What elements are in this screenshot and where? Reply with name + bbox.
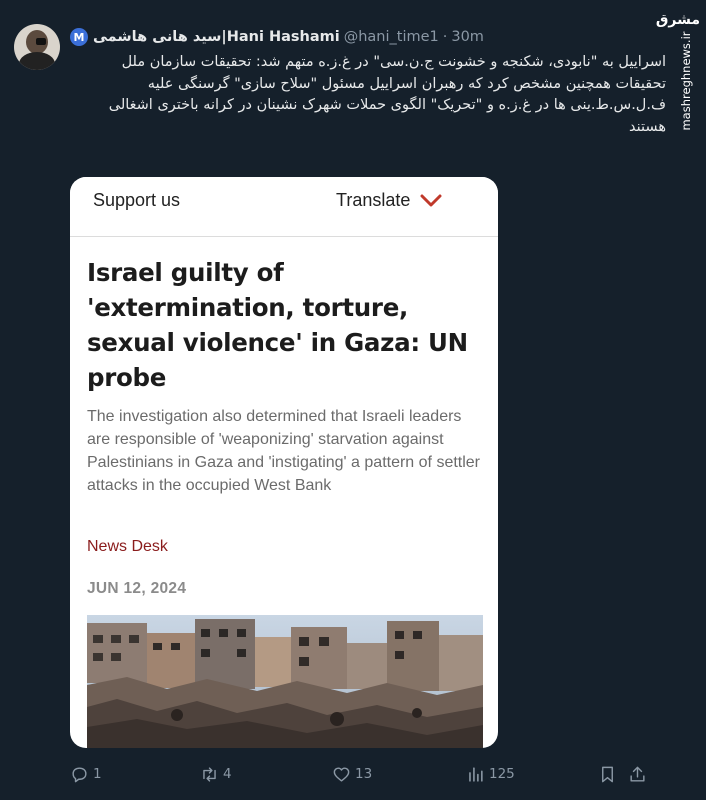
avatar-body	[19, 52, 55, 70]
tweet-header: M سید هانی هاشمی|Hani Hashami @hani_time…	[70, 27, 484, 47]
repost-icon	[203, 766, 216, 782]
tweet-actions: 1 4 13 125	[0, 762, 706, 786]
tweet-text: اسراییل به "نابودی، شکنجه و خشونت ج.ن.سی…	[68, 52, 666, 138]
article-author[interactable]: News Desk	[87, 538, 168, 556]
share-button[interactable]	[628, 762, 651, 786]
article-headline: Israel guilty of 'extermination, torture…	[87, 258, 468, 392]
translate-button[interactable]: Translate	[336, 190, 410, 211]
bookmark-icon	[602, 766, 613, 782]
like-count: 13	[355, 766, 373, 782]
tweet[interactable]: M سید هانی هاشمی|Hani Hashami @hani_time…	[0, 0, 706, 800]
watermark-site: mashreghnews.ir	[679, 31, 693, 131]
reply-button[interactable]: 1	[70, 762, 102, 786]
tweet-time[interactable]: 30m	[451, 29, 484, 45]
media-card[interactable]: Support us Translate Israel guilty of 'e…	[70, 177, 498, 748]
card-topbar: Support us Translate	[70, 177, 498, 237]
watermark-logo: مشرق	[655, 12, 700, 28]
user-handle[interactable]: @hani_time1	[344, 29, 439, 45]
chevron-down-icon[interactable]	[420, 194, 442, 208]
reply-icon	[72, 766, 87, 782]
views-count: 125	[489, 766, 515, 782]
views-icon	[469, 766, 483, 782]
tweet-text-line: تحقیقات همچنین مشخص کرد که رهبران اسرایی…	[108, 75, 666, 135]
verified-badge-icon: M	[70, 28, 88, 46]
repost-count: 4	[223, 766, 232, 782]
repost-button[interactable]: 4	[200, 762, 232, 786]
article-summary: The investigation also determined that I…	[87, 408, 481, 494]
bookmark-button[interactable]	[598, 762, 621, 786]
heart-icon	[333, 766, 350, 782]
like-button[interactable]: 13	[332, 762, 372, 786]
article-photo	[87, 615, 483, 748]
separator-dot: ·	[442, 29, 448, 45]
share-icon	[630, 766, 645, 782]
tweet-text-line: اسراییل به "نابودی، شکنجه و خشونت ج.ن.سی…	[121, 54, 666, 70]
avatar[interactable]	[14, 24, 60, 70]
support-us-link[interactable]: Support us	[93, 190, 180, 211]
watermark: مشرق mashreghnews.ir	[655, 10, 700, 131]
destroyed-buildings-image	[87, 615, 483, 748]
reply-count: 1	[93, 766, 102, 782]
views-button[interactable]: 125	[466, 762, 515, 786]
display-name[interactable]: سید هانی هاشمی|Hani Hashami	[93, 29, 340, 45]
article-date: JUN 12, 2024	[87, 580, 187, 597]
avatar-camera	[36, 38, 46, 45]
